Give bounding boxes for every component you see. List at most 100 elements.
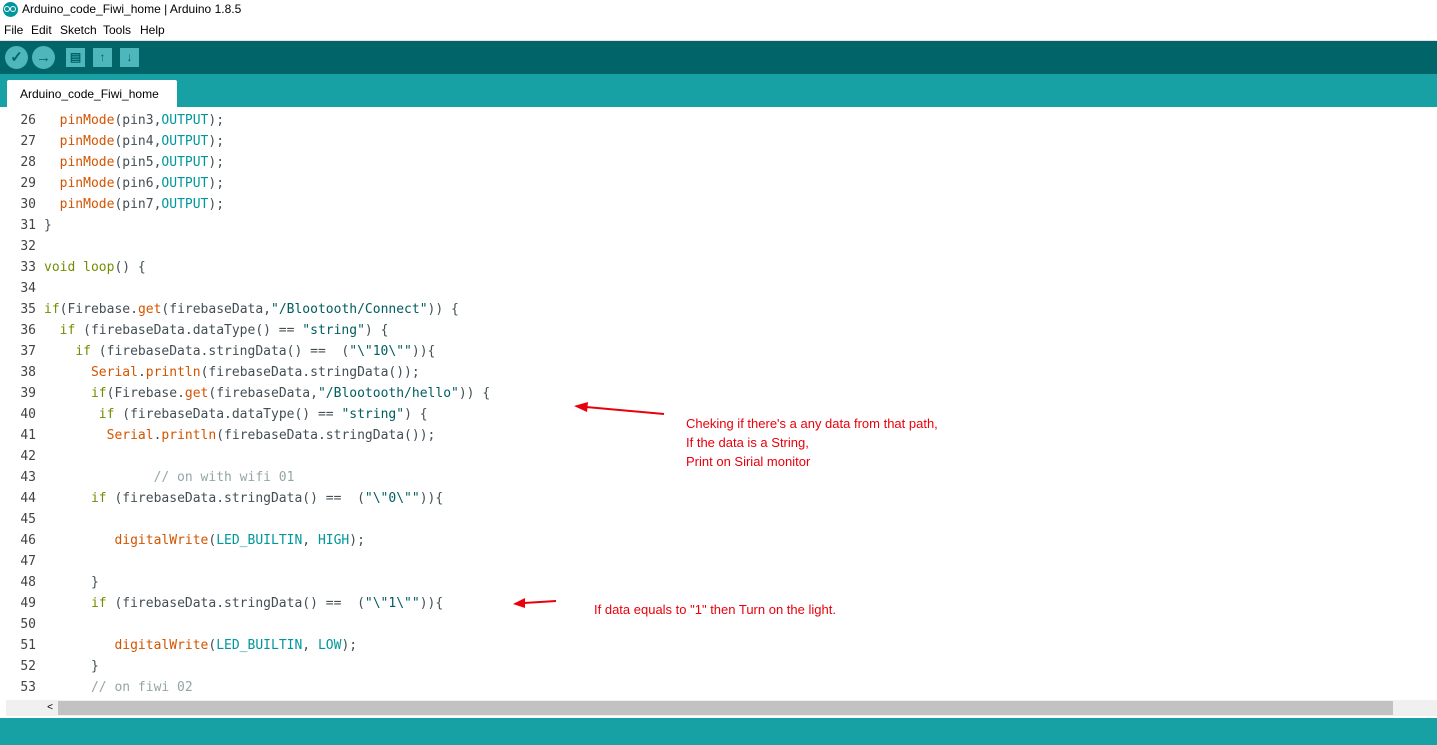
menu-sketch[interactable]: Sketch xyxy=(60,23,97,37)
code-token: (Firebase. xyxy=(59,302,138,317)
horizontal-scrollbar[interactable]: < xyxy=(6,700,1437,716)
code-line[interactable]: pinMode(pin3,OUTPUT); xyxy=(44,110,224,131)
line-number: 47 xyxy=(20,554,36,569)
code-token: println xyxy=(161,428,217,443)
code-token: "string" xyxy=(302,323,365,338)
code-token: ) { xyxy=(364,323,389,338)
code-line[interactable]: Serial.println(firebaseData.stringData()… xyxy=(44,362,420,383)
code-token: ); xyxy=(349,533,365,548)
line-number: 42 xyxy=(20,449,36,464)
code-token: )) { xyxy=(427,302,459,317)
window-title: Arduino_code_Fiwi_home | Arduino 1.8.5 xyxy=(22,2,242,16)
code-token: (pin6, xyxy=(114,176,162,191)
line-number: 39 xyxy=(20,386,36,401)
line-number: 26 xyxy=(20,113,36,128)
code-line[interactable]: } xyxy=(44,215,52,236)
open-button[interactable]: ↑ xyxy=(93,48,112,67)
line-number: 29 xyxy=(20,176,36,191)
code-editor[interactable]: 26 27 28 29 30 31 32 33 34 35 36 37 38 39 40 41 42 43 44 45… xyxy=(0,107,1437,699)
tab-sketch[interactable]: Arduino_code_Fiwi_home xyxy=(7,80,177,107)
code-token: )){ xyxy=(419,596,444,611)
line-number: 44 xyxy=(20,491,36,506)
menu-edit[interactable]: Edit xyxy=(31,23,52,37)
scrollbar-thumb[interactable] xyxy=(58,701,1393,715)
code-line[interactable]: digitalWrite(LED_BUILTIN, LOW); xyxy=(44,635,357,656)
code-token: LED_BUILTIN xyxy=(216,638,303,653)
code-line[interactable]: if(Firebase.get(firebaseData,"/Blootooth… xyxy=(44,299,459,320)
code-token: pinMode xyxy=(59,155,115,170)
code-line[interactable]: if (firebaseData.dataType() == "string")… xyxy=(44,404,428,425)
code-token: digitalWrite xyxy=(114,638,209,653)
menu-tools[interactable]: Tools xyxy=(103,23,131,37)
code-token: () { xyxy=(114,260,146,275)
code-token: ); xyxy=(208,197,225,212)
upload-button[interactable]: → xyxy=(32,46,55,69)
code-line[interactable]: if(Firebase.get(firebaseData,"/Blootooth… xyxy=(44,383,490,404)
code-token: } xyxy=(44,218,52,233)
code-line[interactable]: // on fiwi 02 xyxy=(44,677,193,698)
line-number: 32 xyxy=(20,239,36,254)
code-line[interactable]: if (firebaseData.stringData() == ("\"0\"… xyxy=(44,488,443,509)
code-token: pinMode xyxy=(59,134,115,149)
code-token: )){ xyxy=(419,491,444,506)
code-token: , xyxy=(302,533,318,548)
code-token: } xyxy=(44,575,99,590)
line-number: 37 xyxy=(20,344,36,359)
line-number: 33 xyxy=(20,260,36,275)
code-line[interactable]: pinMode(pin5,OUTPUT); xyxy=(44,152,224,173)
code-line[interactable]: pinMode(pin7,OUTPUT); xyxy=(44,194,224,215)
scroll-left-arrow-icon[interactable]: < xyxy=(44,701,56,715)
code-token: Serial xyxy=(106,428,154,443)
code-token: OUTPUT xyxy=(161,197,209,212)
code-token: . xyxy=(137,365,146,380)
verify-button[interactable]: ✓ xyxy=(5,46,28,69)
annotation-line-1: Cheking if there's a any data from that … xyxy=(686,416,938,431)
code-token: if xyxy=(90,386,107,401)
code-token: (pin3, xyxy=(114,113,162,128)
line-number: 51 xyxy=(20,638,36,653)
code-line[interactable]: if (firebaseData.stringData() == ("\"1\"… xyxy=(44,593,443,614)
code-token: pinMode xyxy=(59,176,115,191)
code-line[interactable]: digitalWrite(LED_BUILTIN, HIGH); xyxy=(44,530,365,551)
code-token: } xyxy=(44,659,99,674)
code-line[interactable]: } xyxy=(44,572,99,593)
code-token: if xyxy=(75,344,91,359)
save-button[interactable]: ↓ xyxy=(120,48,139,67)
arduino-logo-icon xyxy=(3,2,18,17)
code-token: LED_BUILTIN xyxy=(216,533,303,548)
code-line[interactable]: pinMode(pin6,OUTPUT); xyxy=(44,173,224,194)
code-line[interactable]: pinMode(pin4,OUTPUT); xyxy=(44,131,224,152)
line-number: 50 xyxy=(20,617,36,632)
toolbar: ✓ → ▤ ↑ ↓ xyxy=(0,41,1437,74)
line-number: 27 xyxy=(20,134,36,149)
new-sketch-button[interactable]: ▤ xyxy=(66,48,85,67)
menu-help[interactable]: Help xyxy=(140,23,165,37)
code-line[interactable]: } xyxy=(44,656,99,677)
menu-file[interactable]: File xyxy=(4,23,23,37)
line-number: 40 xyxy=(20,407,36,422)
line-number: 30 xyxy=(20,197,36,212)
code-token: pinMode xyxy=(59,197,115,212)
code-line[interactable]: if (firebaseData.dataType() == "string")… xyxy=(44,320,389,341)
code-token: if xyxy=(44,302,60,317)
checkmark-icon: ✓ xyxy=(10,49,23,66)
code-line[interactable]: // on with wifi 01 xyxy=(44,467,295,488)
code-token: if xyxy=(98,407,115,422)
code-token: )){ xyxy=(411,344,436,359)
code-line[interactable]: void loop() { xyxy=(44,257,146,278)
code-line[interactable]: if (firebaseData.stringData() == ("\"10\… xyxy=(44,341,435,362)
code-token: ); xyxy=(341,638,358,653)
code-line[interactable]: Serial.println(firebaseData.stringData()… xyxy=(44,425,436,446)
code-token: (firebaseData.stringData() == ( xyxy=(106,491,365,506)
code-token: Serial xyxy=(90,365,138,380)
line-number: 43 xyxy=(20,470,36,485)
code-token: "\"1\"" xyxy=(364,596,420,611)
line-number: 52 xyxy=(20,659,36,674)
